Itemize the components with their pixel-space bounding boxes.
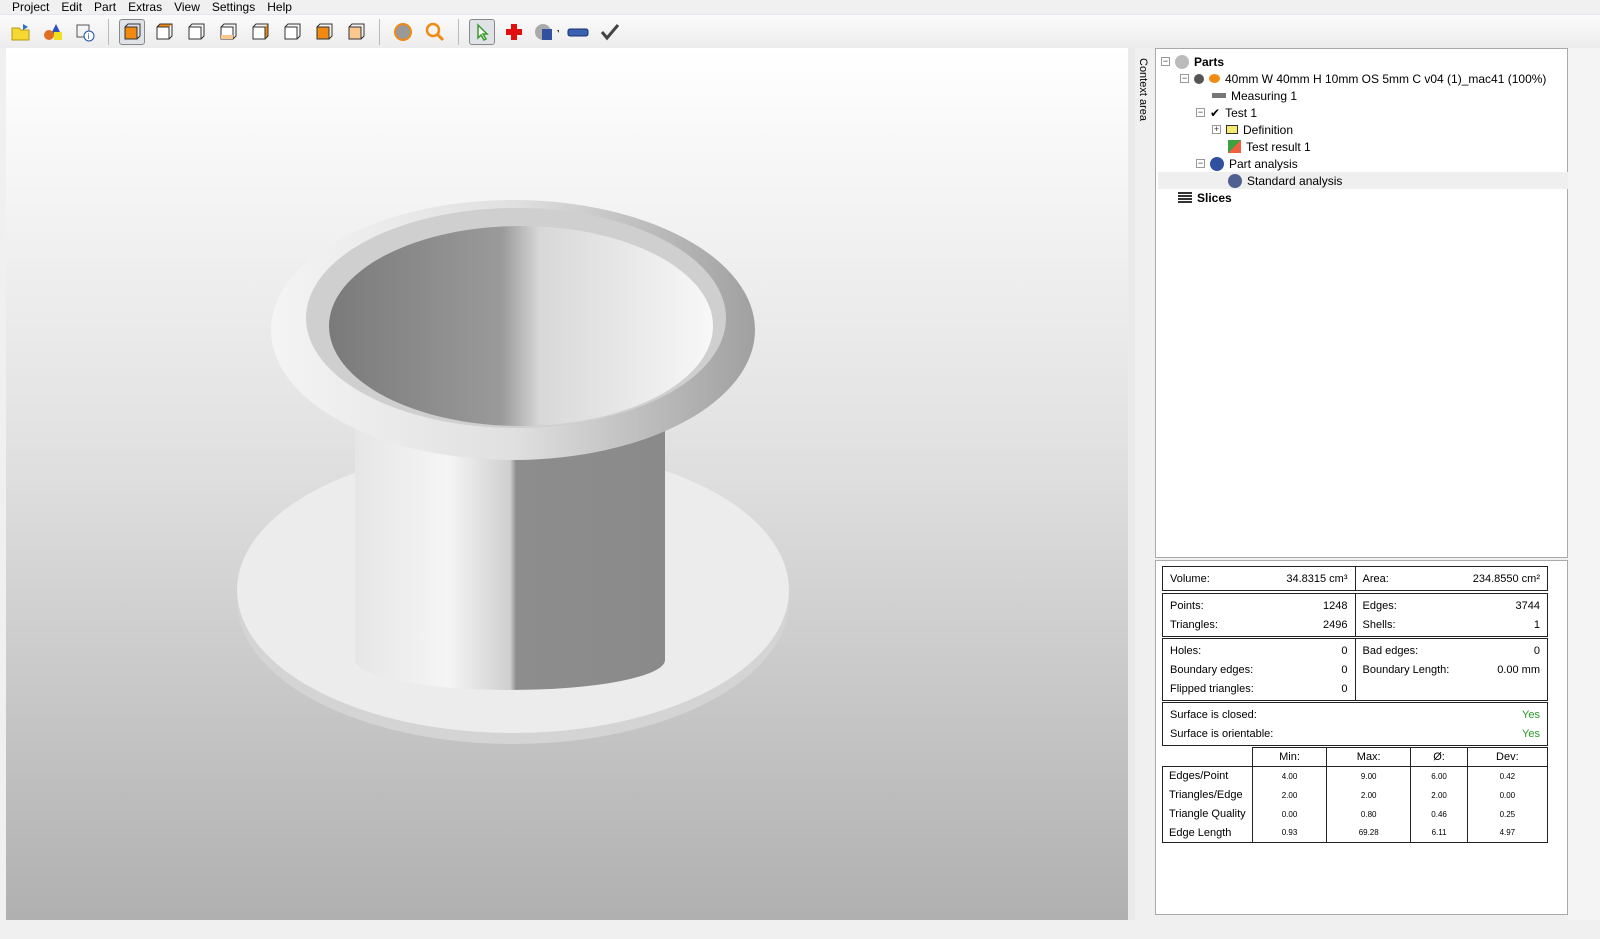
panel-splitter[interactable]: [1128, 48, 1135, 920]
analysis-panel: Volume: 34.8315 cm³ Area: 234.8550 cm² Poi…: [1155, 560, 1568, 915]
tree-measuring[interactable]: Measuring 1: [1212, 87, 1297, 104]
check-icon[interactable]: [597, 19, 623, 45]
view-back-icon[interactable]: [183, 19, 209, 45]
select-pointer-icon[interactable]: [469, 18, 495, 45]
tree-part[interactable]: −40mm W 40mm H 10mm OS 5mm C v04 (1)_mac…: [1180, 70, 1546, 87]
counts-box: Points: 1248 Triangles: 2496 Edges: 3744 Shel…: [1162, 593, 1548, 637]
eye-icon[interactable]: [1209, 74, 1220, 83]
tree-test-result[interactable]: Test result 1: [1228, 138, 1311, 155]
collapse-icon[interactable]: −: [1196, 159, 1205, 168]
view-bottom-icon[interactable]: [215, 19, 241, 45]
table-header: Min: Max: Ø: Dev:: [1163, 747, 1549, 767]
menu-edit[interactable]: Edit: [55, 0, 88, 14]
menu-view[interactable]: View: [168, 0, 206, 14]
volume-area-box: Volume: 34.8315 cm³ Area: 234.8550 cm²: [1162, 566, 1548, 591]
expand-icon[interactable]: +: [1212, 125, 1221, 134]
project-tree: − Parts −40mm W 40mm H 10mm OS 5mm C v04 …: [1155, 48, 1568, 558]
toolbar-separator: [379, 18, 380, 45]
test-result-icon: [1228, 140, 1241, 153]
table-row: Edge Length 0.93 69.28 6.11 4.97: [1162, 823, 1549, 843]
tree-part-analysis[interactable]: − Part analysis: [1196, 155, 1298, 172]
tree-test[interactable]: − ✔ Test 1: [1196, 104, 1257, 121]
orientable-status: Yes: [1522, 727, 1540, 740]
closed-status: Yes: [1522, 708, 1540, 721]
analysis-icon[interactable]: [533, 19, 559, 45]
view-top-icon[interactable]: [311, 19, 337, 45]
table-row: Triangles/Edge 2.00 2.00 2.00 0.00: [1162, 785, 1549, 805]
part-model: [237, 200, 789, 744]
toolbar-separator: [458, 18, 459, 45]
menu-help[interactable]: Help: [261, 0, 298, 14]
toolbar-separator: [108, 18, 109, 45]
area-value: 234.8550 cm²: [1472, 572, 1540, 585]
render-sphere-icon[interactable]: [390, 19, 416, 45]
part-info-icon[interactable]: i: [72, 19, 98, 45]
tree-slices[interactable]: Slices: [1178, 189, 1232, 206]
tree-definition[interactable]: + Definition: [1212, 121, 1293, 138]
right-icon-strip: [1568, 48, 1600, 920]
parts-icon: [1175, 54, 1189, 69]
view-right-icon[interactable]: [247, 19, 273, 45]
collapse-icon[interactable]: −: [1196, 108, 1205, 117]
table-row: Triangle Quality 0.00 0.80 0.46 0.25: [1162, 804, 1549, 824]
menu-bar: Project Edit Part Extras View Settings H…: [0, 0, 1600, 15]
svg-text:i: i: [88, 32, 90, 41]
menu-project[interactable]: Project: [6, 0, 55, 14]
part-dot-icon: [1194, 73, 1204, 84]
view-front-icon[interactable]: [151, 19, 177, 45]
slices-icon: [1178, 192, 1192, 203]
view-iso-icon[interactable]: [119, 18, 145, 45]
view-side-icon[interactable]: [343, 19, 369, 45]
3d-viewport[interactable]: [6, 48, 1128, 920]
tree-parts[interactable]: − Parts: [1161, 53, 1224, 70]
check-icon: ✔: [1210, 105, 1221, 120]
ruler-icon: [1212, 93, 1226, 98]
primitives-icon[interactable]: [40, 19, 66, 45]
volume-value: 34.8315 cm³: [1286, 572, 1348, 585]
table-row: Edges/Point 4.00 9.00 6.00 0.42: [1162, 766, 1549, 786]
menu-part[interactable]: Part: [88, 0, 122, 14]
folder-icon: [1226, 125, 1238, 134]
tree-standard-analysis[interactable]: Standard analysis: [1158, 172, 1568, 189]
measure-ruler-icon[interactable]: [565, 19, 591, 45]
menu-extras[interactable]: Extras: [122, 0, 168, 14]
open-folder-icon[interactable]: [8, 19, 34, 45]
collapse-icon[interactable]: −: [1180, 74, 1189, 83]
globe-icon: [1228, 173, 1242, 188]
surface-box: Surface is closed: Yes Surface is orientab…: [1162, 702, 1548, 746]
toolbar: i: [0, 15, 1600, 48]
errors-box: Holes: 0 Boundary edges: 0 Flipped triangles…: [1162, 638, 1548, 701]
quality-table: Min: Max: Ø: Dev: Edges/Point 4.00 9.00 6.00 0.…: [1162, 747, 1549, 843]
collapse-icon[interactable]: −: [1161, 57, 1170, 66]
view-left-icon[interactable]: [279, 19, 305, 45]
add-cross-icon[interactable]: [501, 19, 527, 45]
menu-settings[interactable]: Settings: [206, 0, 261, 14]
analysis-icon: [1210, 156, 1224, 171]
zoom-icon[interactable]: [422, 19, 448, 45]
context-area-tab[interactable]: Context area: [1135, 48, 1155, 920]
